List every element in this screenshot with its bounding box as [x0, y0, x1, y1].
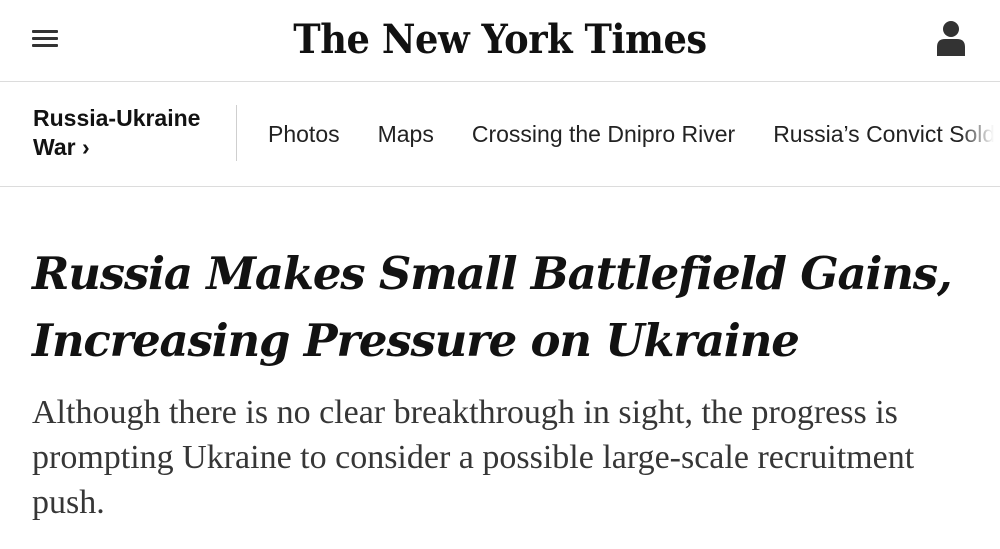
nav-link-maps[interactable]: Maps: [378, 120, 434, 148]
article-summary: Although there is no clear breakthrough …: [32, 394, 915, 521]
section-navigation: Russia-Ukraine War › Photos Maps Crossing …: [0, 82, 1000, 187]
menu-bar-middle: [32, 37, 58, 40]
menu-bar-bottom: [32, 44, 58, 47]
user-silhouette-icon: [937, 21, 965, 56]
section-title-link[interactable]: Russia-Ukraine War ›: [33, 104, 223, 162]
section-divider: [236, 105, 237, 161]
site-header: The New York Times: [0, 0, 1000, 82]
user-account-icon[interactable]: [936, 20, 966, 58]
article-headline: Russia Makes Small Battlefield Gains, In…: [32, 247, 953, 367]
section-nav-links: Photos Maps Crossing the Dnipro River Russi…: [268, 120, 1000, 148]
menu-bar-top: [32, 30, 58, 33]
nav-link-crossing-dnipro[interactable]: Crossing the Dnipro River: [472, 120, 735, 148]
nav-link-photos[interactable]: Photos: [268, 120, 340, 148]
masthead-logo[interactable]: The New York Times: [270, 12, 730, 68]
nav-overflow-fade: [960, 82, 1000, 186]
hamburger-menu-icon[interactable]: [32, 26, 60, 48]
